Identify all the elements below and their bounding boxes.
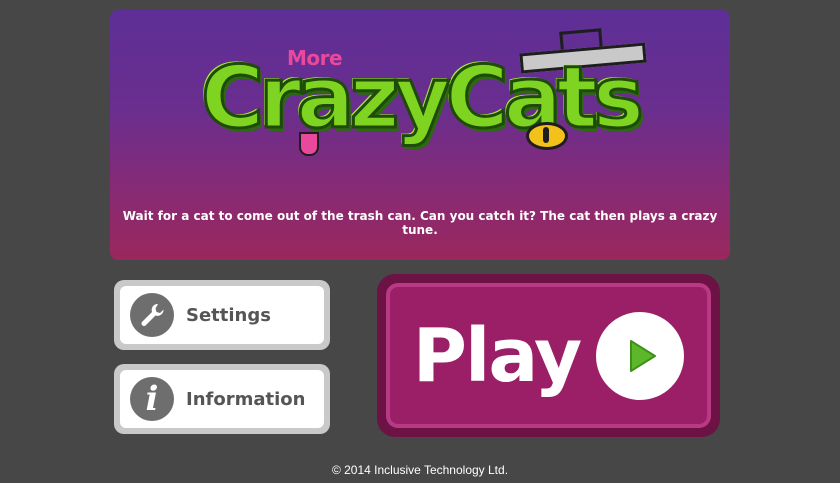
copyright-footer: © 2014 Inclusive Technology Ltd.: [331, 463, 509, 477]
play-button-face[interactable]: Play: [386, 283, 711, 428]
play-arrow-icon: [596, 311, 685, 400]
settings-button-face[interactable]: Settings: [120, 286, 324, 344]
wrench-icon: [130, 293, 174, 337]
settings-label: Settings: [186, 304, 271, 326]
play-button[interactable]: Play: [377, 274, 720, 437]
information-label: Information: [186, 388, 306, 410]
cat-tongue-icon: [299, 132, 319, 156]
info-icon: i: [130, 377, 174, 421]
game-logo: CrazyCats More: [182, 28, 658, 190]
title-banner: CrazyCats More Wait for a cat to come ou…: [110, 10, 730, 260]
logo-title: CrazyCats: [199, 47, 645, 150]
game-description: Wait for a cat to come out of the trash …: [122, 209, 718, 237]
information-button-face[interactable]: i Information: [120, 370, 324, 428]
play-label: Play: [412, 312, 582, 399]
cat-eye-icon: [526, 122, 568, 150]
information-button[interactable]: i Information: [114, 364, 330, 434]
settings-button[interactable]: Settings: [114, 280, 330, 350]
logo-prefix: More: [287, 46, 343, 70]
